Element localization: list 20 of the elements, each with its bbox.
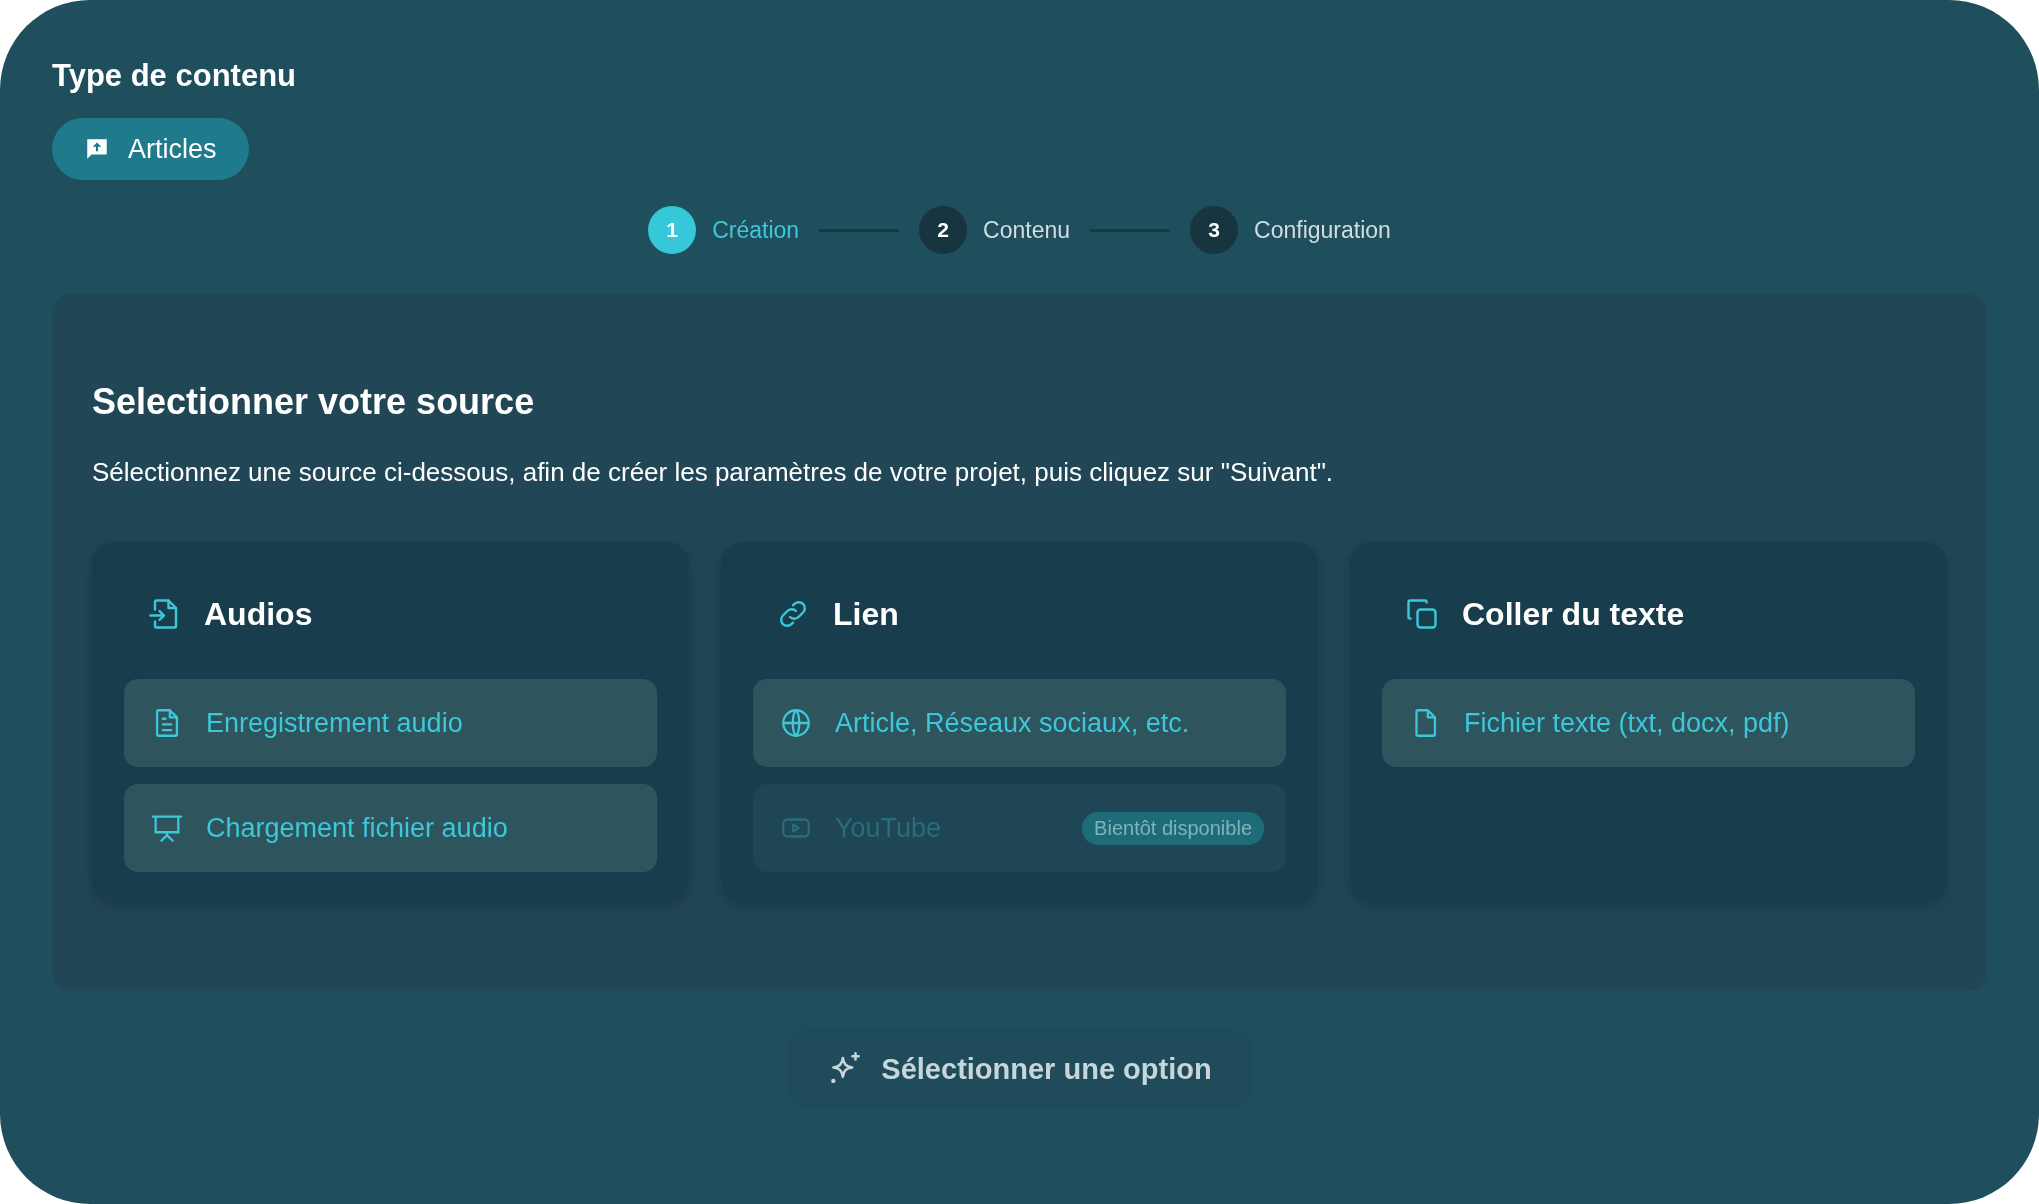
coming-soon-badge: Bientôt disponible [1082,811,1264,845]
card-title: Coller du texte [1462,595,1685,633]
source-option[interactable]: Fichier texte (txt, docx, pdf) [1382,679,1915,767]
step-label: Configuration [1254,216,1391,244]
source-option[interactable]: Chargement fichier audio [124,784,657,872]
globe-icon [779,706,813,740]
panel-description: Sélectionnez une source ci-dessous, afin de créer les paramètres de votre projet, puis cliquez sur "Suivant". [92,456,1335,489]
step-number: 1 [648,206,697,254]
step-number: 3 [1190,206,1239,254]
step-label: Création [712,216,800,244]
step-label: Contenu [983,216,1071,244]
card-title: Audios [204,595,313,633]
card-title: Lien [833,595,899,633]
source-option[interactable]: Enregistrement audio [124,679,657,767]
step-number: 2 [919,206,968,254]
articles-chip[interactable]: Articles [52,118,249,180]
copy-icon [1404,596,1440,632]
source-option[interactable]: Article, Réseaux sociaux, etc. [753,679,1286,767]
section-title: Type de contenu [52,57,297,95]
panel-title: Selectionner votre source [92,380,536,424]
